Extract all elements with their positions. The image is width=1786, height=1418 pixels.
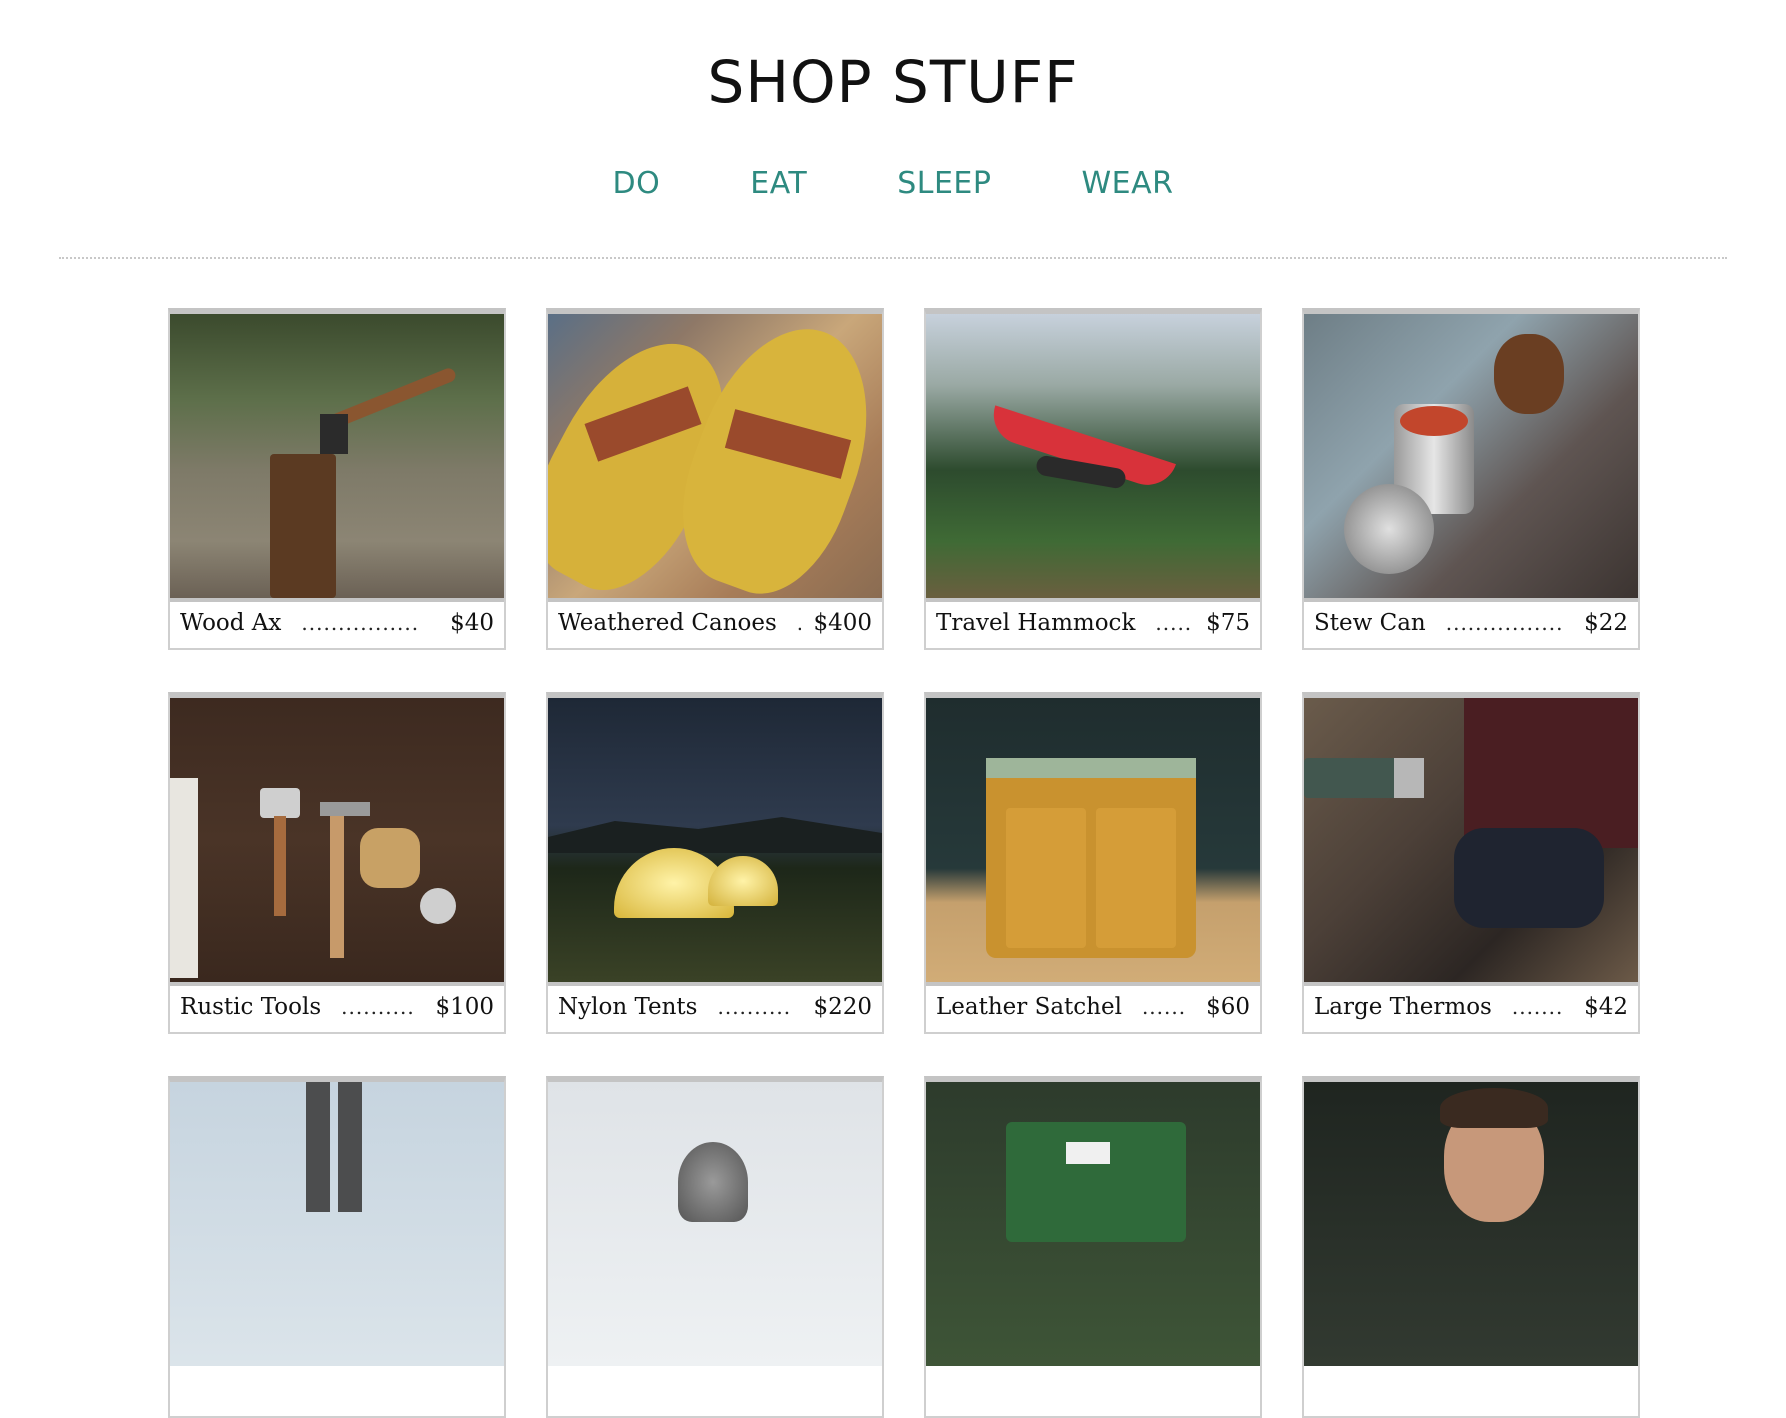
product-grid: Wood Ax ................ $40 Weathered C… — [168, 308, 1640, 1418]
product-card[interactable]: Weathered Canoes . $400 — [546, 308, 884, 650]
product-card[interactable]: Leather Satchel ...... $60 — [924, 692, 1262, 1034]
product-image — [548, 1082, 882, 1366]
product-image — [1304, 1082, 1638, 1366]
product-name: Weathered Canoes — [558, 610, 777, 636]
leader-dots: . — [797, 611, 802, 635]
product-price: $220 — [813, 994, 872, 1020]
product-name: Large Thermos — [1314, 994, 1492, 1020]
product-card[interactable]: Travel Hammock ..... $75 — [924, 308, 1262, 650]
product-image — [926, 1082, 1260, 1366]
leader-dots: ....... — [1511, 995, 1564, 1019]
product-name: Wood Ax — [180, 610, 282, 636]
product-info: Rustic Tools .......... $100 — [170, 982, 504, 1028]
nav-item-do[interactable]: DO — [613, 166, 661, 201]
category-nav: DO EAT SLEEP WEAR — [0, 166, 1786, 201]
leader-dots: .......... — [717, 995, 792, 1019]
site-header: SHOP STUFF DO EAT SLEEP WEAR — [0, 0, 1786, 201]
product-price: $75 — [1206, 610, 1250, 636]
product-card[interactable] — [1302, 1076, 1640, 1418]
leader-dots: .......... — [341, 995, 415, 1019]
site-title: SHOP STUFF — [707, 48, 1079, 116]
leader-dots: ................ — [1445, 611, 1564, 635]
product-card[interactable]: Nylon Tents .......... $220 — [546, 692, 884, 1034]
product-name: Rustic Tools — [180, 994, 322, 1020]
product-card[interactable] — [168, 1076, 506, 1418]
product-image-travel-hammock — [926, 314, 1260, 598]
product-image-wood-ax — [170, 314, 504, 598]
product-card[interactable] — [546, 1076, 884, 1418]
product-image-leather-satchel — [926, 698, 1260, 982]
product-name: Travel Hammock — [936, 610, 1136, 636]
product-price: $42 — [1584, 994, 1628, 1020]
leader-dots: ..... — [1155, 611, 1193, 635]
nav-item-eat[interactable]: EAT — [750, 166, 807, 201]
product-price: $400 — [813, 610, 872, 636]
product-image-stew-can — [1304, 314, 1638, 598]
product-card[interactable] — [924, 1076, 1262, 1418]
product-info: Wood Ax ................ $40 — [170, 598, 504, 644]
product-name: Stew Can — [1314, 610, 1426, 636]
leader-dots: ...... — [1141, 995, 1187, 1019]
product-info: Stew Can ................ $22 — [1304, 598, 1638, 644]
product-price: $60 — [1206, 994, 1250, 1020]
product-price: $40 — [450, 610, 494, 636]
product-info: Weathered Canoes . $400 — [548, 598, 882, 644]
product-name: Leather Satchel — [936, 994, 1122, 1020]
product-info: Travel Hammock ..... $75 — [926, 598, 1260, 644]
nav-item-sleep[interactable]: SLEEP — [897, 166, 991, 201]
divider — [59, 257, 1727, 259]
product-image-weathered-canoes — [548, 314, 882, 598]
product-image-nylon-tents — [548, 698, 882, 982]
product-card[interactable]: Rustic Tools .......... $100 — [168, 692, 506, 1034]
product-price: $22 — [1584, 610, 1628, 636]
product-image — [170, 1082, 504, 1366]
product-info: Nylon Tents .......... $220 — [548, 982, 882, 1028]
leader-dots: ................ — [301, 611, 420, 635]
product-card[interactable]: Large Thermos ....... $42 — [1302, 692, 1640, 1034]
nav-item-wear[interactable]: WEAR — [1081, 166, 1173, 201]
product-card[interactable]: Wood Ax ................ $40 — [168, 308, 506, 650]
product-image-large-thermos — [1304, 698, 1638, 982]
product-name: Nylon Tents — [558, 994, 698, 1020]
product-price: $100 — [435, 994, 494, 1020]
product-info: Large Thermos ....... $42 — [1304, 982, 1638, 1028]
product-image-rustic-tools — [170, 698, 504, 982]
product-info: Leather Satchel ...... $60 — [926, 982, 1260, 1028]
product-card[interactable]: Stew Can ................ $22 — [1302, 308, 1640, 650]
